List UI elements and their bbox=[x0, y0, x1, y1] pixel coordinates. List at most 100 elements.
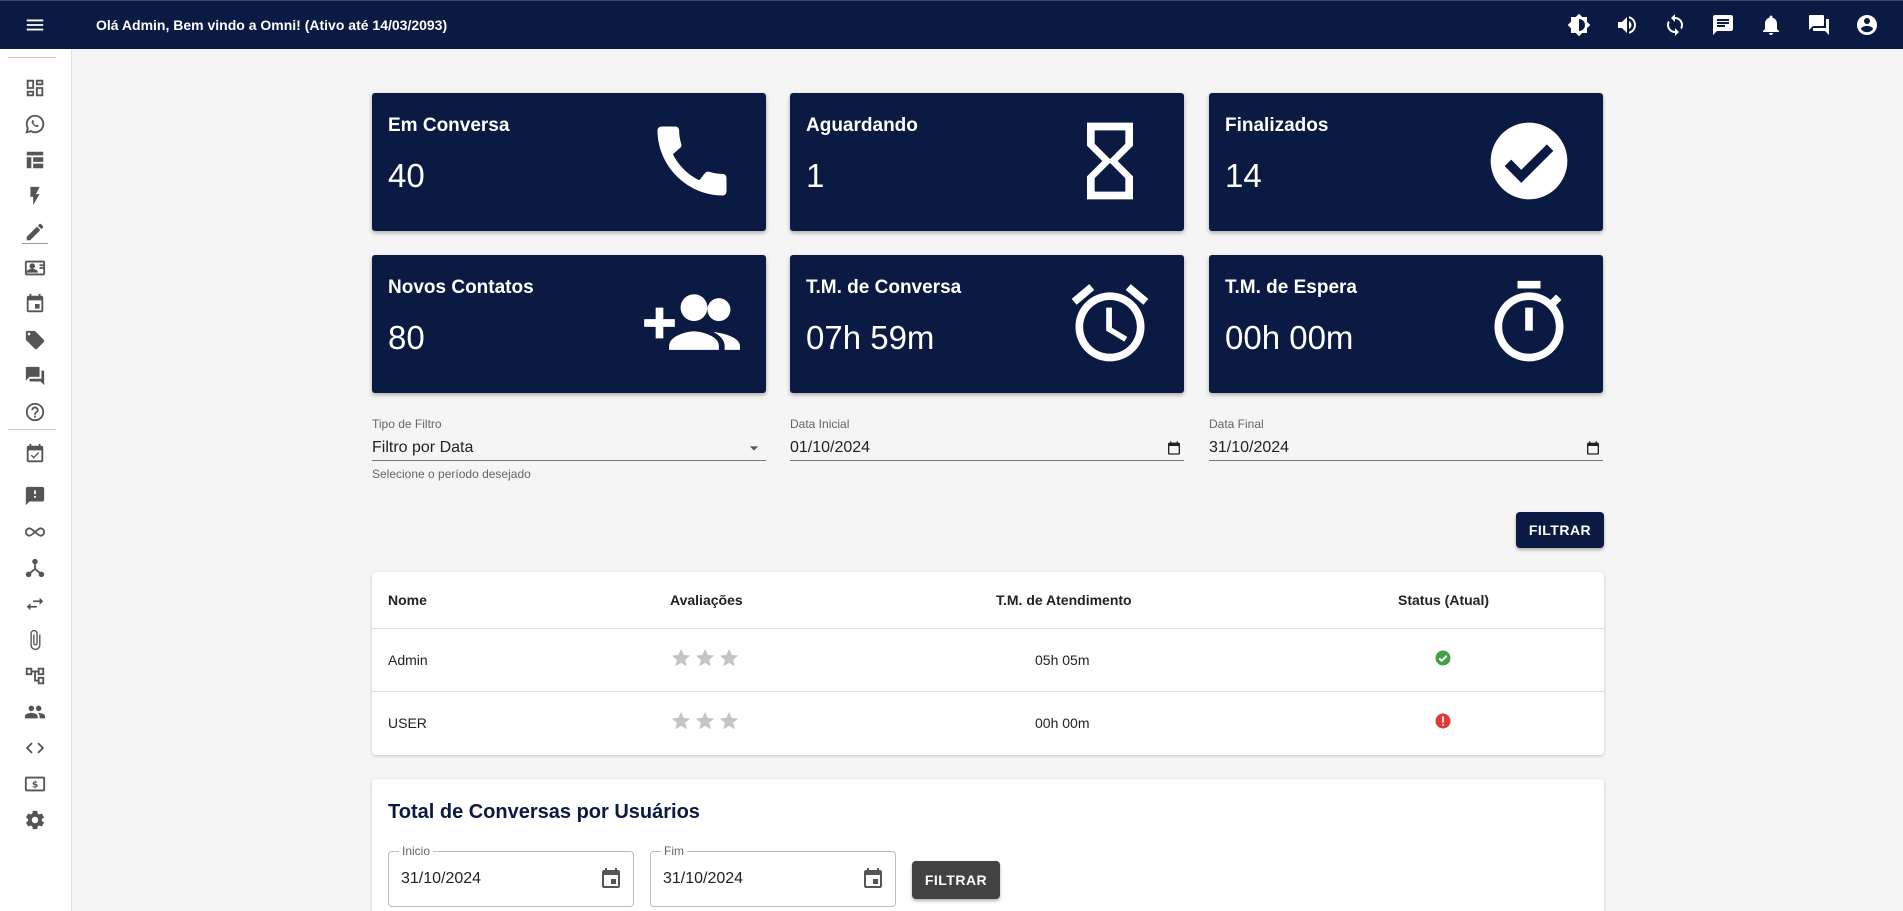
hub-icon bbox=[25, 558, 45, 578]
swap-icon bbox=[26, 597, 44, 611]
menu-icon bbox=[26, 19, 44, 31]
users-icon bbox=[24, 705, 46, 719]
account-button[interactable] bbox=[1843, 1, 1891, 49]
filter-type-select[interactable]: Tipo de Filtro Filtro por Data Selecione… bbox=[372, 417, 766, 481]
svg-text:$: $ bbox=[32, 780, 38, 791]
welcome-title: Olá Admin, Bem vindo a Omni! (Ativo até … bbox=[96, 17, 448, 33]
inicio-date-field[interactable]: Inicio 31/10/2024 bbox=[388, 844, 634, 907]
sidebar-item-calendar[interactable] bbox=[22, 291, 48, 317]
star-icon[interactable] bbox=[694, 710, 716, 732]
calendar-icon[interactable] bbox=[861, 867, 885, 891]
star-icon[interactable] bbox=[670, 647, 692, 669]
edit-icon bbox=[26, 223, 44, 241]
sidebar-item-contacts[interactable] bbox=[22, 255, 48, 281]
table-row: Admin 05h 05m bbox=[372, 629, 1604, 692]
end-date-label: Data Final bbox=[1209, 417, 1264, 431]
card-value: 07h 59m bbox=[806, 319, 935, 356]
sidebar-item-help[interactable] bbox=[22, 399, 48, 425]
calendar-icon[interactable] bbox=[599, 867, 623, 891]
table-header-row: Nome Avaliações T.M. de Atendimento Stat… bbox=[372, 572, 1604, 629]
row-name: USER bbox=[388, 715, 427, 731]
end-date-field[interactable]: Data Final 31/10/2024 bbox=[1209, 417, 1603, 461]
stat-card-finalizados: Finalizados 14 bbox=[1209, 93, 1603, 231]
sidebar-item-transfer[interactable] bbox=[22, 591, 48, 617]
check-circle-icon bbox=[1490, 122, 1568, 200]
table-icon bbox=[26, 151, 44, 169]
volume-button[interactable] bbox=[1603, 1, 1651, 49]
filter-type-hint: Selecione o período desejado bbox=[372, 467, 531, 481]
sidebar-item-flow[interactable] bbox=[22, 663, 48, 689]
sidebar-item-users[interactable] bbox=[22, 699, 48, 725]
start-date-field[interactable]: Data Inicial 01/10/2024 bbox=[790, 417, 1184, 461]
card-label: Em Conversa bbox=[388, 115, 510, 136]
sidebar-item-chat[interactable] bbox=[22, 363, 48, 389]
sidebar-divider bbox=[8, 57, 56, 58]
settings-icon bbox=[26, 810, 44, 830]
sync-icon bbox=[1667, 14, 1683, 36]
add-group-icon bbox=[644, 294, 740, 350]
phone-icon bbox=[657, 126, 727, 196]
sidebar-item-infinity[interactable] bbox=[22, 519, 48, 545]
help-icon bbox=[25, 402, 45, 422]
menu-button[interactable] bbox=[0, 1, 70, 49]
sidebar-item-settings[interactable] bbox=[22, 807, 48, 833]
brightness-icon bbox=[1567, 13, 1591, 37]
sidebar-divider bbox=[8, 429, 56, 430]
alarm-icon bbox=[1071, 284, 1149, 362]
sidebar-item-code[interactable] bbox=[22, 735, 48, 761]
calendar-icon[interactable] bbox=[1585, 440, 1601, 456]
rating-stars[interactable] bbox=[670, 647, 740, 669]
card-value: 1 bbox=[806, 157, 825, 194]
messages-button[interactable] bbox=[1699, 1, 1747, 49]
infinity-icon bbox=[24, 527, 46, 537]
forum-button[interactable] bbox=[1795, 1, 1843, 49]
inicio-value: 31/10/2024 bbox=[401, 870, 482, 887]
sidebar-item-tasks[interactable] bbox=[22, 441, 48, 467]
sidebar-item-dashboard[interactable] bbox=[22, 75, 48, 101]
calendar-icon[interactable] bbox=[1166, 440, 1182, 456]
sidebar-item-hub[interactable] bbox=[22, 555, 48, 581]
stat-card-tm-espera: T.M. de Espera 00h 00m bbox=[1209, 255, 1603, 393]
rating-stars[interactable] bbox=[670, 710, 740, 732]
top-app-bar: Olá Admin, Bem vindo a Omni! (Ativo até … bbox=[0, 0, 1903, 49]
star-icon[interactable] bbox=[718, 710, 740, 732]
sidebar-item-billing[interactable]: $ bbox=[22, 771, 48, 797]
forum-icon bbox=[25, 366, 45, 386]
header-nome: Nome bbox=[388, 592, 427, 608]
inicio-label: Inicio bbox=[399, 844, 434, 858]
star-icon[interactable] bbox=[670, 710, 692, 732]
sidebar-item-flash[interactable] bbox=[22, 183, 48, 209]
fim-date-field[interactable]: Fim 31/10/2024 bbox=[650, 844, 896, 907]
theme-toggle-button[interactable] bbox=[1555, 1, 1603, 49]
section-title: Total de Conversas por Usuários bbox=[388, 801, 700, 823]
star-icon[interactable] bbox=[694, 647, 716, 669]
flash-icon bbox=[30, 186, 40, 206]
status-online-icon bbox=[1434, 649, 1452, 670]
sidebar-item-whatsapp[interactable] bbox=[22, 111, 48, 137]
filter-users-button[interactable]: FILTRAR bbox=[912, 861, 1000, 899]
sidebar-item-edit[interactable] bbox=[22, 219, 48, 245]
start-date-label: Data Inicial bbox=[790, 417, 850, 431]
stat-card-aguardando: Aguardando 1 bbox=[790, 93, 1184, 231]
row-time: 00h 00m bbox=[1035, 715, 1090, 731]
sidebar-item-tags[interactable] bbox=[22, 327, 48, 353]
start-date-value: 01/10/2024 bbox=[790, 438, 871, 456]
hourglass-icon bbox=[1087, 122, 1133, 200]
bell-icon bbox=[1763, 15, 1779, 35]
filter-type-label: Tipo de Filtro bbox=[372, 417, 442, 431]
table-row: USER 00h 00m bbox=[372, 692, 1604, 755]
sidebar-item-feedback[interactable] bbox=[22, 483, 48, 509]
tag-icon bbox=[25, 330, 45, 350]
calendar-icon bbox=[26, 293, 44, 313]
star-icon[interactable] bbox=[718, 647, 740, 669]
notifications-button[interactable] bbox=[1747, 1, 1795, 49]
sidebar-item-table[interactable] bbox=[22, 147, 48, 173]
code-icon bbox=[25, 742, 45, 754]
volume-icon bbox=[1618, 16, 1636, 34]
card-label: T.M. de Espera bbox=[1225, 277, 1357, 298]
filter-button[interactable]: FILTRAR bbox=[1516, 512, 1604, 548]
stat-card-em-conversa: Em Conversa 40 bbox=[372, 93, 766, 231]
chat-icon bbox=[1713, 15, 1733, 35]
sidebar-item-attachment[interactable] bbox=[22, 627, 48, 653]
sync-button[interactable] bbox=[1651, 1, 1699, 49]
